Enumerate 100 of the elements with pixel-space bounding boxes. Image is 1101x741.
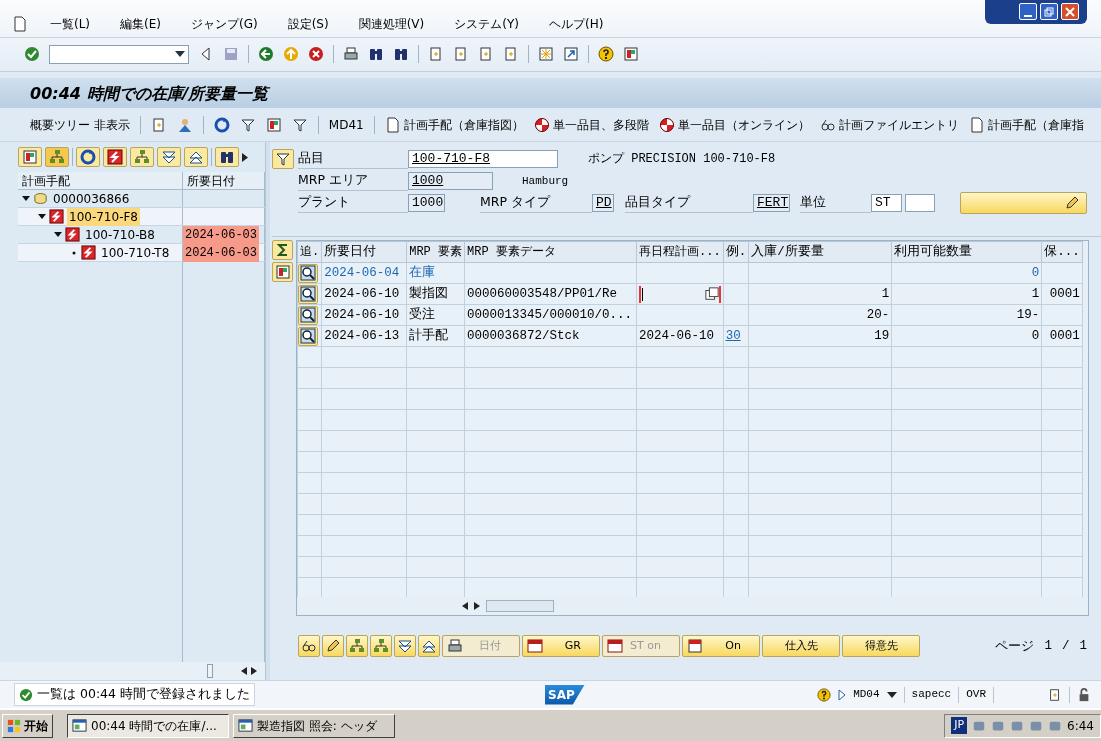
scrollbar-thumb[interactable] [486,600,554,612]
expand-button[interactable] [157,147,181,167]
tree-node[interactable]: 0000036866 [51,189,132,208]
input-field[interactable]: ST [871,194,902,212]
input-field[interactable] [639,285,721,303]
filter-button[interactable] [272,149,294,169]
back-icon[interactable] [258,46,274,62]
refresh-icon[interactable] [213,116,230,133]
menu-item[interactable]: システム(Y) [454,14,519,33]
menu-item[interactable]: 一覧(L) [50,14,91,33]
detail-button[interactable] [298,326,318,346]
help-icon[interactable] [598,46,614,62]
collapse-arrow-icon[interactable] [38,212,46,221]
input-field[interactable]: 1000 [408,194,445,212]
scroll-left-icon[interactable] [241,667,247,675]
expand-button[interactable] [394,635,416,657]
filter-icon[interactable] [291,116,308,133]
copy-icon[interactable] [704,287,719,301]
input-field[interactable]: FERT [753,194,790,212]
column-header[interactable]: 入庫/所要量 [748,241,892,263]
glasses-icon [301,638,317,654]
toolbar-button[interactable]: 単一品目（オンライン） [658,115,810,134]
play-icon[interactable] [838,688,847,701]
hierarchy-button[interactable] [346,635,368,657]
detail-button[interactable] [298,263,318,283]
person-icon[interactable] [176,116,193,133]
hierarchy-button[interactable] [45,147,69,167]
glasses-button[interactable] [298,635,320,657]
menu-item[interactable]: 設定(S) [287,14,329,33]
filter-icon[interactable] [239,116,256,133]
dropdown-icon[interactable] [175,51,185,57]
detail-button[interactable] [298,284,318,304]
screen-title: 00:44 時間での在庫/所要量一覧 [30,84,269,103]
tree-node[interactable]: 100-710-T8 [99,243,172,262]
layout-button[interactable] [272,262,293,282]
new-session-icon[interactable] [538,46,554,62]
menu-item[interactable]: ヘルプ(H) [548,14,604,33]
language-indicator[interactable]: JP [951,717,968,734]
column-header[interactable]: 再日程計画... [636,241,724,263]
input-field[interactable]: 100-710-F8 [408,150,558,168]
column-header[interactable]: MRP 要素データ [464,241,637,263]
taskbar-button[interactable]: 製造指図 照会: ヘッダ [233,713,395,738]
logo: SAP [545,684,585,705]
column-header[interactable]: 例. [723,241,749,263]
toolbar-button[interactable]: GR [522,635,600,657]
sum-button[interactable] [272,240,293,260]
column-header[interactable]: 保... [1041,241,1083,263]
menu-item[interactable]: ジャンプ(G) [191,14,258,33]
layout-icon[interactable] [265,116,282,133]
shortcut-icon[interactable] [563,46,579,62]
scroll-right-icon[interactable] [474,602,480,610]
layout-icon[interactable] [623,46,639,62]
taskbar-button[interactable]: 00:44 時間での在庫/... [67,713,229,738]
more-icon[interactable] [242,152,248,162]
input-field[interactable]: 1000 [408,172,493,190]
enter-icon[interactable] [24,46,40,62]
toolbar-button[interactable]: 計画手配（倉庫指 [968,115,1084,134]
command-field[interactable] [49,44,189,64]
layout-button[interactable] [18,147,42,167]
scrollbar-thumb[interactable] [207,664,213,678]
toolbar-button[interactable]: 計画ファイルエントリ [819,115,959,134]
scroll-left-icon[interactable] [462,602,468,610]
collapse-button[interactable] [418,635,440,657]
cancel-icon[interactable] [308,46,324,62]
column-header[interactable]: MRP 要素 [406,241,465,263]
dropdown-icon[interactable] [886,691,897,698]
toolbar-button[interactable]: 単一品目、多段階 [533,115,649,134]
tree-node[interactable]: 100-710-B8 [83,225,157,244]
column-header[interactable]: 所要日付 [321,241,407,263]
column-header[interactable]: 追. [297,241,322,263]
toolbar-button[interactable]: 計画手配（倉庫指図） [384,115,524,134]
pencil-button[interactable] [322,635,344,657]
refresh-button[interactable] [76,147,100,167]
column-header[interactable]: 利用可能数量 [891,241,1042,263]
collapse-button[interactable] [184,147,208,167]
print-icon[interactable] [343,46,359,62]
input-field[interactable]: PD [592,194,614,212]
menu-icon[interactable] [12,16,28,32]
column-header[interactable]: 計画手配 [18,172,183,190]
close-button[interactable] [1061,3,1079,20]
hierarchy-button[interactable] [370,635,392,657]
start-button[interactable]: 开始 [2,713,53,738]
collapse-arrow-icon[interactable] [54,230,62,239]
detail-button[interactable] [298,305,318,325]
toolbar-button[interactable]: MD41 [328,115,364,134]
input-field[interactable] [905,194,935,212]
menu-item[interactable]: 関連処理(V) [358,14,425,33]
find-button[interactable] [215,147,239,167]
hierarchy-icon [373,638,389,654]
scroll-right-icon[interactable] [251,667,257,675]
help-icon[interactable] [817,687,832,702]
toolbar-button[interactable]: 得意先 [842,635,920,657]
toolbar-button[interactable]: 概要ツリー 非表示 [30,115,130,134]
menu-item[interactable]: 編集(E) [120,14,161,33]
collapse-arrow-icon[interactable] [22,194,30,203]
restore-button[interactable] [1040,3,1058,20]
order-button[interactable] [103,147,127,167]
minimize-button[interactable] [1019,3,1037,20]
toolbar-button[interactable]: On [682,635,760,657]
toolbar-button[interactable]: 仕入先 [762,635,840,657]
